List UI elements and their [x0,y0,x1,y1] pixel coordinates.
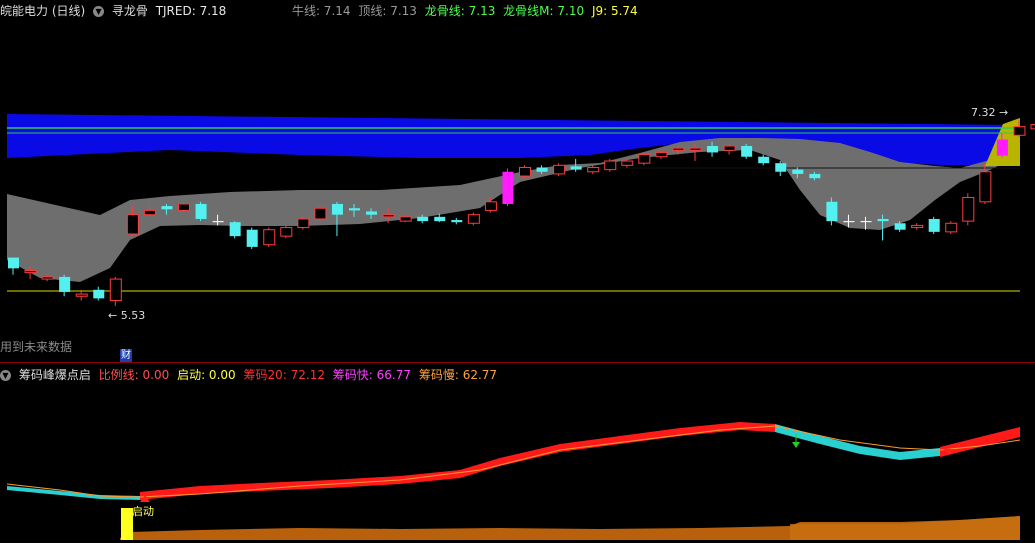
candle-body [775,163,787,172]
candle-body [451,220,463,223]
candle-body [93,289,105,299]
main-indicator-name[interactable]: 寻龙骨 [112,4,148,18]
candle-body [8,257,19,269]
candle-body [894,223,906,230]
candle-body [655,151,668,158]
sub-indicator-name[interactable]: 筹码峰爆点启 [19,368,91,382]
candle-body [826,201,838,222]
candle-body [297,218,310,229]
candle-body [519,166,531,177]
sub-value-4: 筹码慢: 62.77 [418,368,498,382]
candle-body [587,166,600,173]
candle-body [928,218,940,232]
candle-body [143,209,156,216]
candle-body [672,147,685,151]
candle-body [945,222,958,233]
candle-body [109,278,122,302]
main-value-0: TJRED: 7.18 [155,4,227,18]
candle-body [331,203,343,215]
candle-body [75,293,88,297]
candle-body [195,203,207,219]
main-value-2: 顶线: 7.13 [358,4,417,18]
candle-body [502,171,514,204]
candle-body [536,167,548,172]
panel-separator [0,362,1035,363]
candle-body [263,229,276,246]
candle-body [1030,124,1035,130]
sub-value-3: 筹码快: 66.77 [332,368,412,382]
chip-volume-area-hi [790,516,1020,540]
candle-body [349,208,360,211]
candle-body [161,206,173,210]
candle-body [792,169,804,174]
candle-body [1013,126,1026,136]
low-price-label: ← 5.53 [108,309,145,322]
candle-body [877,218,889,222]
candle-body [689,147,702,151]
candle-body [484,201,497,211]
candle-body [280,227,293,237]
middle-channel [7,138,1020,282]
chart-canvas: 7.32 → ← 5.53 启动 [6,106,1035,540]
main-value-1: 牛线: 7.14 [291,4,351,18]
candle-body [911,224,924,229]
candle-body [707,146,719,153]
candle-body [553,164,566,175]
start-label: 启动 [132,505,154,518]
main-header: 皖能电力 (日线) ▼ 寻龙骨 TJRED: 7.18 牛线: 7.14 顶线:… [0,2,642,20]
finance-marker[interactable]: 财 [120,349,132,362]
candle-body [41,276,54,280]
candle-body [417,216,429,222]
candle-body [382,214,395,218]
candle-body [604,160,617,171]
candle-body [758,156,770,164]
candle-body [638,154,651,164]
main-value-4: 龙骨线M: 7.10 [503,4,585,18]
sub-value-0: 比例线: 0.00 [98,368,170,382]
candle-body [178,203,190,211]
candle-body [59,276,71,292]
candle-body [809,173,821,179]
candle-body [741,146,753,157]
candle-body [212,221,224,223]
candle-body [962,197,975,222]
candle-body [399,216,412,222]
candle-body [570,166,582,170]
sub-header: ▼ 筹码峰爆点启 比例线: 0.00 启动: 0.00 筹码20: 72.12 … [0,366,501,384]
main-value-5: J9: 5.74 [591,4,638,18]
sub-value-1: 启动: 0.00 [177,368,236,382]
candle-body [621,160,634,166]
candle-body [314,207,327,220]
candle-body [229,222,241,237]
indicator-toggle-icon[interactable]: ▼ [93,6,105,17]
candle-body [996,139,1008,156]
chip-slow-line [6,425,1021,498]
candle-body [246,229,258,247]
sub-value-2: 筹码20: 72.12 [243,368,325,382]
chip-ribbon-rise [140,422,775,500]
high-price-label: 7.32 → [971,106,1008,119]
candle-body [366,211,378,215]
candle-body [126,214,139,235]
candle-body [979,171,992,203]
candle-body [434,216,446,222]
chip-ribbon-fall [7,486,140,500]
future-data-note: 用到未来数据 [0,340,73,354]
stock-name[interactable]: 皖能电力 (日线) [0,4,85,18]
main-value-3: 龙骨线: 7.13 [424,4,496,18]
candle-body [467,214,480,224]
candle-body [860,221,872,223]
sub-indicator-toggle-icon[interactable]: ▼ [0,370,11,381]
candle-body [843,221,855,223]
candle-body [723,145,736,151]
candle-body [24,269,37,274]
